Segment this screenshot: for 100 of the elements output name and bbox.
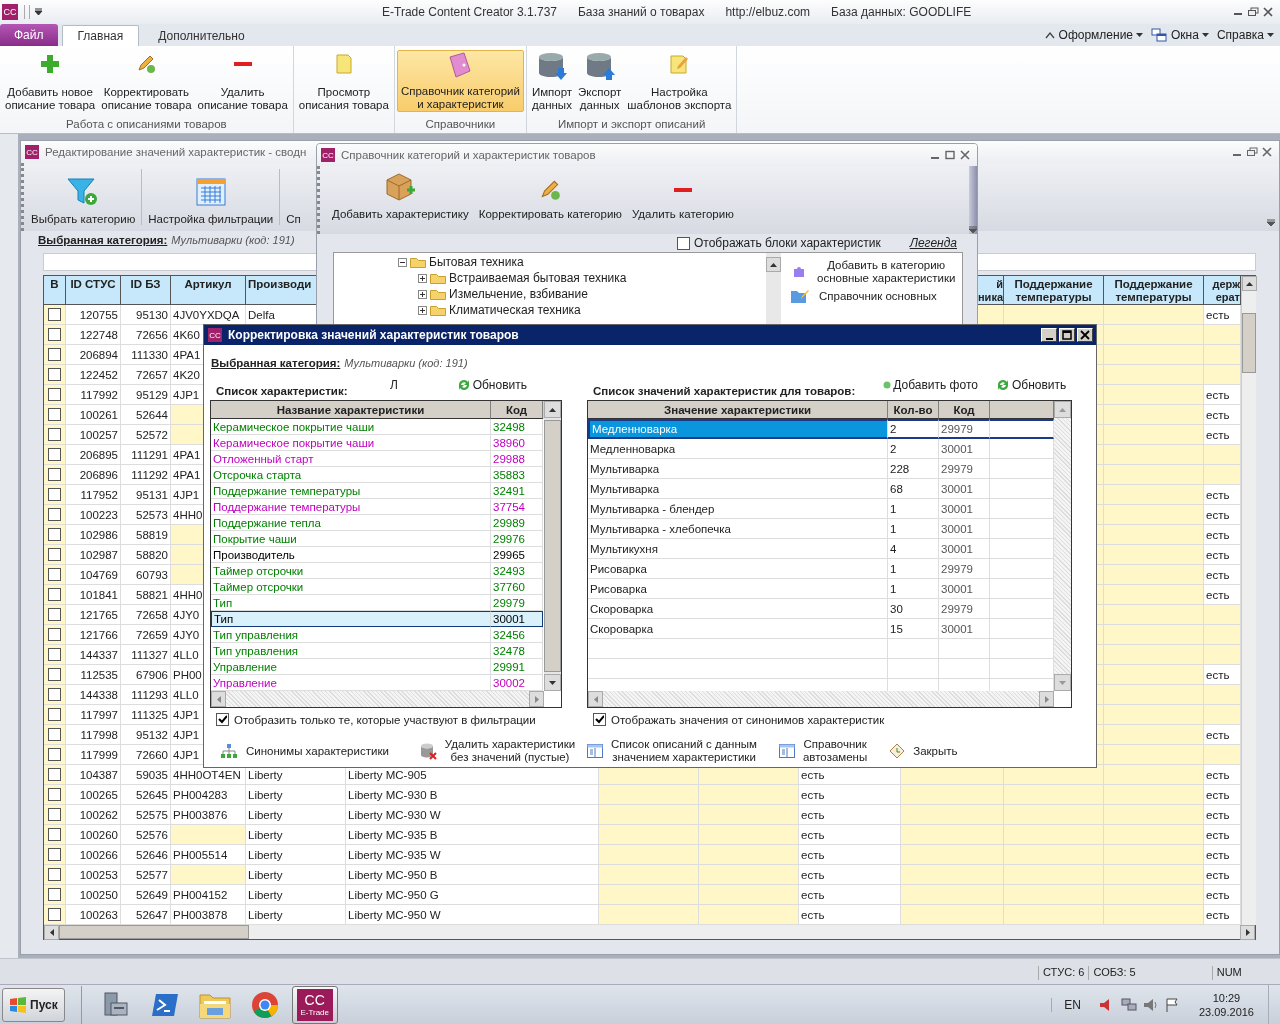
column-header[interactable]: ID БЗ <box>121 276 171 305</box>
row-checkbox[interactable] <box>48 548 61 561</box>
table-cell[interactable]: 30 <box>888 599 939 619</box>
table-cell[interactable]: Тип управления <box>211 643 491 659</box>
table-cell[interactable]: 30001 <box>939 499 990 519</box>
network-icon[interactable] <box>1120 997 1137 1012</box>
close-icon[interactable] <box>1261 147 1273 157</box>
table-cell[interactable]: 37754 <box>491 499 543 515</box>
scroll-thumb[interactable] <box>1242 313 1256 373</box>
table-cell[interactable]: 29965 <box>491 547 543 563</box>
toolbar-button[interactable]: Корректировать категорию <box>476 178 624 220</box>
row-checkbox[interactable] <box>48 528 61 541</box>
table-cell[interactable]: Медленноварка <box>588 439 888 459</box>
table-cell[interactable]: Керамическое покрытие чаши <box>211 419 491 435</box>
tree-item[interactable]: Измельчение, взбивание <box>449 287 588 301</box>
ribbon-button[interactable]: Просмотр описания товара <box>295 50 392 112</box>
ribbon-tab[interactable]: Дополнительно <box>143 25 260 46</box>
expander-icon[interactable] <box>418 273 427 283</box>
refresh-button[interactable]: Обновить <box>995 378 1073 392</box>
toolbar-button[interactable]: Выбрать категорию <box>29 169 138 225</box>
flag-icon[interactable] <box>1164 997 1179 1012</box>
row-checkbox[interactable] <box>48 648 61 661</box>
close-icon[interactable] <box>1262 7 1274 17</box>
table-cell[interactable]: Скороварка <box>588 619 888 639</box>
ribbon-button[interactable]: Справочник категорий и характеристик <box>396 50 524 112</box>
tree-item[interactable]: Климатическая техника <box>449 303 581 317</box>
table-cell[interactable]: 30001 <box>939 539 990 559</box>
table-cell[interactable]: Поддержание тепла <box>211 515 491 531</box>
collapse-icon[interactable] <box>1044 31 1055 39</box>
arrow-icon[interactable] <box>549 680 556 685</box>
arrow-icon[interactable] <box>49 929 54 936</box>
row-checkbox[interactable] <box>48 348 61 361</box>
dialog-button[interactable]: Список описаний с данным значением характеристики <box>587 738 757 764</box>
restore-icon[interactable] <box>1247 7 1259 17</box>
speaker-icon[interactable] <box>1142 997 1159 1012</box>
table-cell[interactable]: Управление <box>211 659 491 675</box>
checkbox[interactable] <box>216 713 229 726</box>
table-cell[interactable]: Мультиварка <box>588 459 888 479</box>
column-header[interactable]: Значение характеристики <box>588 401 888 419</box>
table-cell[interactable]: Производитель <box>211 547 491 563</box>
table-cell[interactable]: 4 <box>888 539 939 559</box>
start-button[interactable]: Пуск <box>2 987 65 1022</box>
row-checkbox[interactable] <box>48 908 61 921</box>
column-header[interactable]: Кол-во <box>888 401 939 419</box>
toolbar-button[interactable]: Сп <box>284 169 303 225</box>
table-cell[interactable]: 29989 <box>491 515 543 531</box>
table-cell[interactable]: Керамическое покрытие чаши <box>211 435 491 451</box>
table-cell[interactable]: 30001 <box>939 519 990 539</box>
row-checkbox[interactable] <box>48 448 61 461</box>
column-header[interactable]: Артикул <box>171 276 246 305</box>
row-checkbox[interactable] <box>48 668 61 681</box>
table-cell[interactable]: 2 <box>888 419 939 439</box>
clock-time[interactable]: 10:29 <box>1212 990 1241 1005</box>
table-cell[interactable]: 1 <box>888 499 939 519</box>
table-cell[interactable]: Рисоварка <box>588 559 888 579</box>
row-checkbox[interactable] <box>48 768 61 781</box>
dialog-button[interactable]: Закрыть <box>889 743 958 759</box>
maximize-icon[interactable] <box>944 150 956 160</box>
tree-item[interactable]: Встраиваемая бытовая техника <box>449 271 627 285</box>
file-tab[interactable]: Файл <box>0 24 58 46</box>
arrow-icon[interactable] <box>1245 929 1250 936</box>
row-checkbox[interactable] <box>48 468 61 481</box>
column-header[interactable]: Поддержание температуры <box>1004 276 1104 305</box>
column-header[interactable]: Код <box>939 401 990 419</box>
table-cell[interactable]: Отсрочка старта <box>211 467 491 483</box>
scrollbar[interactable] <box>43 925 1256 940</box>
table-cell[interactable]: Покрытие чаши <box>211 531 491 547</box>
table-cell[interactable]: Рисоварка <box>588 579 888 599</box>
table-cell[interactable]: Отложенный старт <box>211 451 491 467</box>
row-checkbox[interactable] <box>48 868 61 881</box>
close-button[interactable] <box>1077 328 1093 342</box>
table-cell[interactable]: 30001 <box>939 619 990 639</box>
table-cell[interactable]: Скороварка <box>588 599 888 619</box>
row-checkbox[interactable] <box>48 408 61 421</box>
table-cell[interactable]: 32498 <box>491 419 543 435</box>
row-checkbox[interactable] <box>48 508 61 521</box>
row-checkbox[interactable] <box>48 588 61 601</box>
dropdown-icon[interactable] <box>34 8 43 16</box>
table-cell[interactable]: 29991 <box>491 659 543 675</box>
ribbon-tab[interactable]: Главная <box>61 25 140 46</box>
row-checkbox[interactable] <box>48 428 61 441</box>
column-header[interactable]: ID СТУС <box>66 276 121 305</box>
clock-date[interactable]: 23.09.2016 <box>1198 1004 1254 1019</box>
column-header[interactable]: Название характеристики <box>211 401 491 419</box>
table-cell[interactable]: Поддержание температуры <box>211 483 491 499</box>
maximize-button[interactable] <box>1059 328 1075 342</box>
table-cell[interactable]: 29988 <box>491 451 543 467</box>
row-checkbox[interactable] <box>48 328 61 341</box>
table-cell[interactable]: 1 <box>888 579 939 599</box>
scroll-thumb[interactable] <box>59 925 249 939</box>
ribbon-button[interactable]: Добавить новое описание товара <box>2 50 99 112</box>
toolbar-button[interactable]: Настройка фильтрации <box>146 169 276 225</box>
row-checkbox[interactable] <box>48 608 61 621</box>
ribbon-button[interactable]: Экспорт данных <box>575 50 625 112</box>
arrow-icon[interactable] <box>1246 281 1253 286</box>
row-checkbox[interactable] <box>48 708 61 721</box>
dialog-button[interactable]: Справочник автозамены <box>778 738 868 764</box>
row-checkbox[interactable] <box>48 568 61 581</box>
restore-icon[interactable] <box>1246 147 1258 157</box>
checkbox[interactable] <box>677 236 690 250</box>
